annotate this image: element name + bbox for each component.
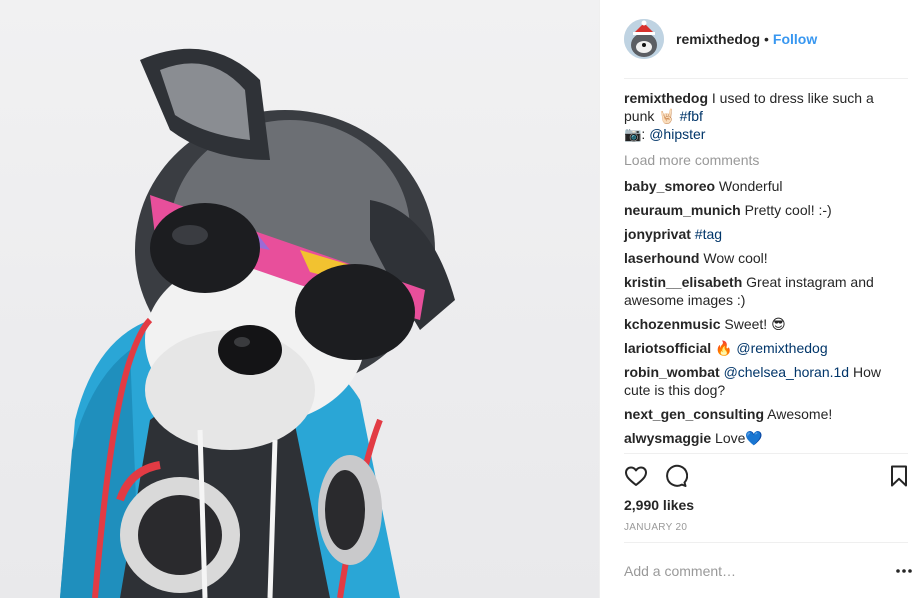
likes-count[interactable]: 2,990 likes — [624, 497, 694, 513]
comment-username[interactable]: robin_wombat — [624, 364, 720, 380]
caption-line2: 📷: — [624, 126, 650, 142]
comment-item: baby_smoreo Wonderful — [624, 177, 906, 195]
divider — [624, 542, 908, 543]
author-username[interactable]: remixthedog — [676, 31, 760, 47]
post-sidebar: remixthedog • Follow remixthedog I used … — [599, 0, 924, 598]
comment-item: alwysmaggie Love💙 — [624, 429, 906, 447]
comment-text: Sweet! 😎 — [720, 316, 786, 332]
avatar[interactable] — [624, 19, 664, 59]
comment-mention[interactable]: @remixthedog — [736, 340, 827, 356]
divider — [624, 78, 908, 79]
comment-username[interactable]: next_gen_consulting — [624, 406, 764, 422]
comment-username[interactable]: kchozenmusic — [624, 316, 720, 332]
comment-username[interactable]: alwysmaggie — [624, 430, 711, 446]
post-header: remixthedog • Follow — [600, 0, 924, 78]
comment-item: lariotsofficial 🔥 @remixthedog — [624, 339, 906, 357]
caption-hashtag[interactable]: #fbf — [680, 108, 703, 124]
comment-item: robin_wombat @chelsea_horan.1d How cute … — [624, 363, 906, 399]
comment-item: kristin__elisabeth Great instagram and a… — [624, 273, 906, 309]
follow-button[interactable]: Follow — [773, 31, 817, 47]
dog-photo-illustration — [60, 48, 455, 598]
comment-username[interactable]: neuraum_munich — [624, 202, 741, 218]
comment-text: Pretty cool! :-) — [740, 202, 832, 218]
separator-dot: • — [764, 31, 769, 47]
comment-item: laserhound Wow cool! — [624, 249, 906, 267]
caption: remixthedog I used to dress like such a … — [624, 89, 906, 143]
post-photo[interactable] — [0, 0, 599, 598]
comment-username[interactable]: kristin__elisabeth — [624, 274, 742, 290]
comment-icon[interactable] — [664, 464, 688, 488]
comment-text: Love💙 — [711, 430, 763, 446]
comment-item: next_gen_consulting Awesome! — [624, 405, 906, 423]
comment-text: 🔥 — [711, 340, 737, 356]
caption-username[interactable]: remixthedog — [624, 90, 708, 106]
comment-username[interactable]: lariotsofficial — [624, 340, 711, 356]
more-options-icon[interactable] — [894, 563, 914, 579]
comment-username[interactable]: laserhound — [624, 250, 699, 266]
post-date[interactable]: JANUARY 20 — [624, 522, 687, 533]
load-more-comments-button[interactable]: Load more comments — [624, 151, 906, 169]
add-comment-input[interactable] — [624, 560, 874, 582]
comment-username[interactable]: baby_smoreo — [624, 178, 715, 194]
bookmark-icon[interactable] — [887, 464, 911, 488]
comments-list: remixthedog I used to dress like such a … — [624, 89, 906, 453]
comment-item: neuraum_munich Pretty cool! :-) — [624, 201, 906, 219]
comment-text: Wonderful — [715, 178, 783, 194]
comment-item: jonyprivat #tag — [624, 225, 906, 243]
action-bar — [624, 464, 914, 490]
comment-tag[interactable]: #tag — [695, 226, 722, 242]
divider — [624, 453, 908, 454]
caption-mention[interactable]: @hipster — [649, 126, 705, 142]
comment-username[interactable]: jonyprivat — [624, 226, 691, 242]
comment-mention[interactable]: @chelsea_horan.1d — [724, 364, 850, 380]
comment-text: Awesome! — [764, 406, 833, 422]
comment-text: Wow cool! — [699, 250, 768, 266]
heart-icon[interactable] — [624, 464, 648, 488]
comment-item: kchozenmusic Sweet! 😎 — [624, 315, 906, 333]
